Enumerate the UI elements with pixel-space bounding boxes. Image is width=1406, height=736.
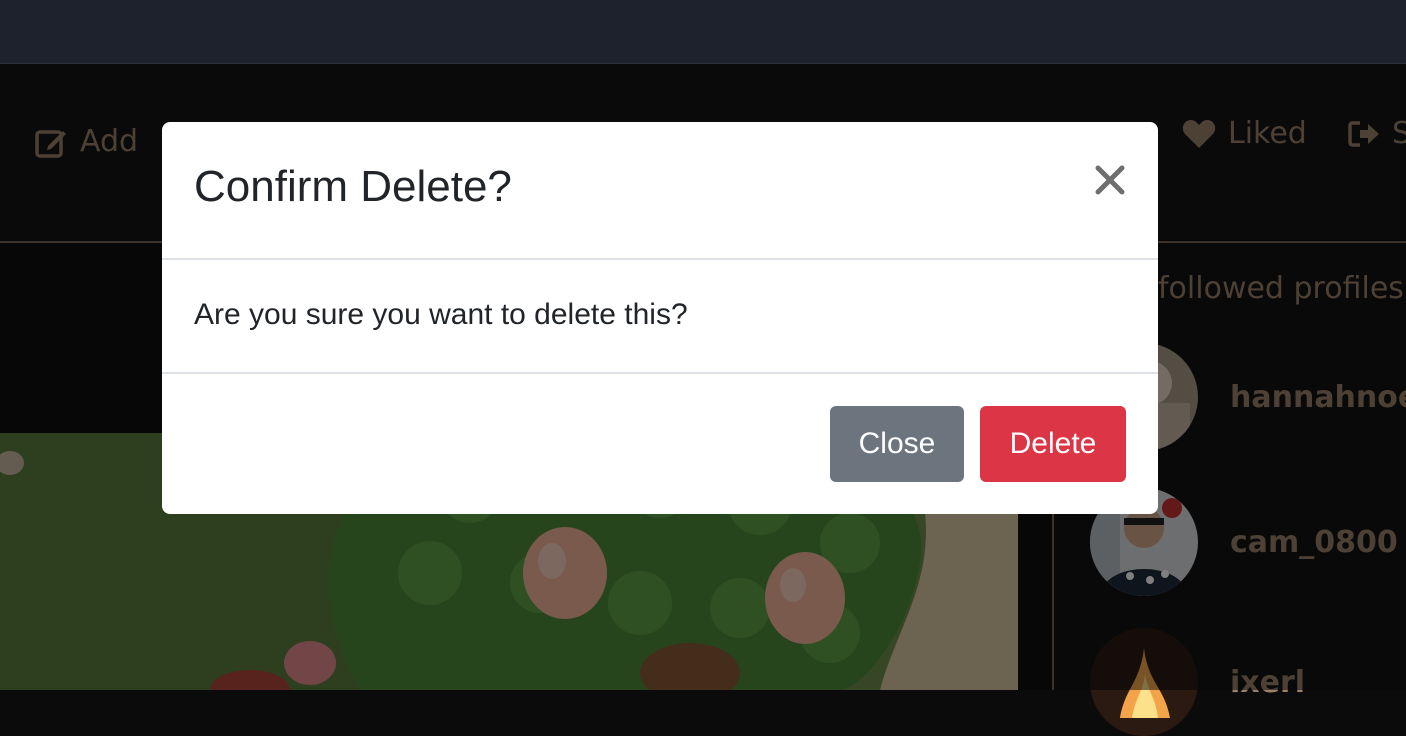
close-icon[interactable] [1090,158,1130,202]
modal-header: Confirm Delete? [162,122,1158,260]
close-button[interactable]: Close [830,406,964,482]
modal-title: Confirm Delete? [194,162,512,211]
delete-button[interactable]: Delete [980,406,1126,482]
confirm-delete-modal: Confirm Delete? Are you sure you want to… [162,122,1158,514]
modal-body: Are you sure you want to delete this? [162,260,1158,374]
modal-footer: Close Delete [162,374,1158,514]
modal-message: Are you sure you want to delete this? [194,298,688,331]
